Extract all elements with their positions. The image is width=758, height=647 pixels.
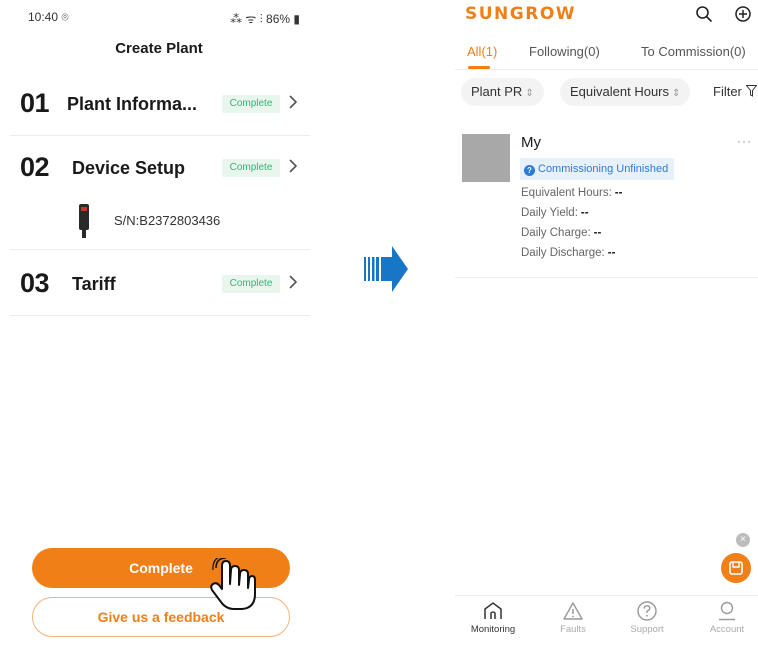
step-number: 01 xyxy=(20,88,50,118)
create-plant-screen: 10:40 ⌾ ⁂ ᯤ ⫶ 86% ▮ Create Plant 01 Plan… xyxy=(0,0,318,647)
sort-icon: ⇕ xyxy=(525,88,534,99)
metric-label: Daily Charge: xyxy=(521,227,591,239)
bottom-navigation: Monitoring Faults Support Account xyxy=(455,595,758,639)
metric-value: -- xyxy=(593,227,602,239)
status-bar: 10:40 ⌾ ⁂ ᯤ ⫶ 86% ▮ xyxy=(28,10,300,26)
metric-label: Daily Yield: xyxy=(521,207,578,219)
page-title: Create Plant xyxy=(115,40,203,57)
metric-equivalent-hours: Equivalent Hours: -- xyxy=(521,187,622,199)
step-title: Tariff xyxy=(72,274,116,294)
status-badge: Complete xyxy=(222,95,280,113)
search-icon[interactable] xyxy=(695,5,713,23)
filter-icon xyxy=(744,85,758,97)
tab-to-commission[interactable]: To Commission(0) xyxy=(641,44,746,59)
floating-action-button[interactable] xyxy=(721,553,751,583)
help-icon xyxy=(637,601,657,621)
tab-following[interactable]: Following(0) xyxy=(529,44,600,59)
commissioning-status-badge: ? Commissioning Unfinished xyxy=(520,158,675,180)
metric-label: Equivalent Hours: xyxy=(521,187,612,199)
plant-name: My xyxy=(521,134,541,151)
plant-list-screen: SUNGROW All(1) Following(0) To Commissio… xyxy=(455,0,758,647)
device-item: S/N:B2372803436 xyxy=(10,198,310,250)
warning-icon xyxy=(563,602,583,620)
user-icon xyxy=(719,601,735,621)
plant-card[interactable]: My ··· ? Commissioning Unfinished Equival… xyxy=(455,122,758,278)
metric-daily-yield: Daily Yield: -- xyxy=(521,207,589,219)
close-fab-icon[interactable]: × xyxy=(736,533,750,547)
status-text: Commissioning Unfinished xyxy=(538,163,669,175)
metric-value: -- xyxy=(614,187,623,199)
metric-value: -- xyxy=(580,207,589,219)
metric-label: Daily Discharge: xyxy=(521,247,605,259)
status-badge: Complete xyxy=(222,275,280,293)
chevron-right-icon xyxy=(289,95,298,109)
status-indicators: ⁂ ᯤ ⫶ 86% ▮ xyxy=(230,12,300,26)
sort-icon: ⇕ xyxy=(672,88,681,99)
arrow-right-icon xyxy=(364,246,408,292)
clipboard-icon xyxy=(729,561,743,575)
step-title: Device Setup xyxy=(72,158,186,178)
nav-label: Account xyxy=(709,624,745,635)
filter-label: Filter xyxy=(713,84,742,99)
step-plant-information[interactable]: 01 Plant Informa... Complete xyxy=(10,70,310,136)
chevron-right-icon xyxy=(289,159,298,173)
more-options-icon[interactable]: ··· xyxy=(737,134,752,148)
chip-label: Plant PR xyxy=(471,84,523,99)
step-tariff[interactable]: 03 Tariff Complete xyxy=(10,250,310,316)
nav-label: Faults xyxy=(560,624,586,635)
nav-monitoring[interactable]: Monitoring xyxy=(463,600,523,635)
metric-value: -- xyxy=(607,247,616,259)
tab-bar: All(1) Following(0) To Commission(0) xyxy=(455,42,758,70)
sort-equivalent-hours-chip[interactable]: Equivalent Hours ⇕ xyxy=(560,78,691,106)
status-badge: Complete xyxy=(222,159,280,177)
active-tab-indicator xyxy=(468,66,490,69)
nav-faults[interactable]: Faults xyxy=(543,600,603,635)
step-number: 03 xyxy=(20,268,50,298)
filter-button[interactable]: Filter xyxy=(713,78,758,106)
status-time: 10:40 ⌾ xyxy=(28,10,69,24)
step-number: 02 xyxy=(20,152,50,182)
nav-label: Support xyxy=(630,624,664,635)
nav-support[interactable]: Support xyxy=(617,600,677,635)
plant-thumbnail xyxy=(462,134,510,182)
tab-all[interactable]: All(1) xyxy=(467,44,497,59)
step-device-setup[interactable]: 02 Device Setup Complete xyxy=(10,134,310,200)
filter-bar: Plant PR ⇕ Equivalent Hours ⇕ Filter xyxy=(455,78,758,108)
home-icon xyxy=(484,602,502,619)
metric-daily-charge: Daily Charge: -- xyxy=(521,227,601,239)
chevron-right-icon xyxy=(289,275,298,289)
nav-label: Monitoring xyxy=(470,624,516,635)
sungrow-logo: SUNGROW xyxy=(465,4,577,24)
chip-label: Equivalent Hours xyxy=(570,84,669,99)
tap-hand-icon xyxy=(210,558,256,610)
step-title: Plant Informa... xyxy=(67,94,198,114)
nav-account[interactable]: Account xyxy=(697,600,757,635)
add-plant-icon[interactable] xyxy=(734,5,752,23)
metric-daily-discharge: Daily Discharge: -- xyxy=(521,247,615,259)
inverter-device-icon xyxy=(79,204,89,238)
sort-plant-pr-chip[interactable]: Plant PR ⇕ xyxy=(461,78,544,106)
device-serial-number: S/N:B2372803436 xyxy=(114,213,221,228)
info-icon: ? xyxy=(524,165,535,176)
